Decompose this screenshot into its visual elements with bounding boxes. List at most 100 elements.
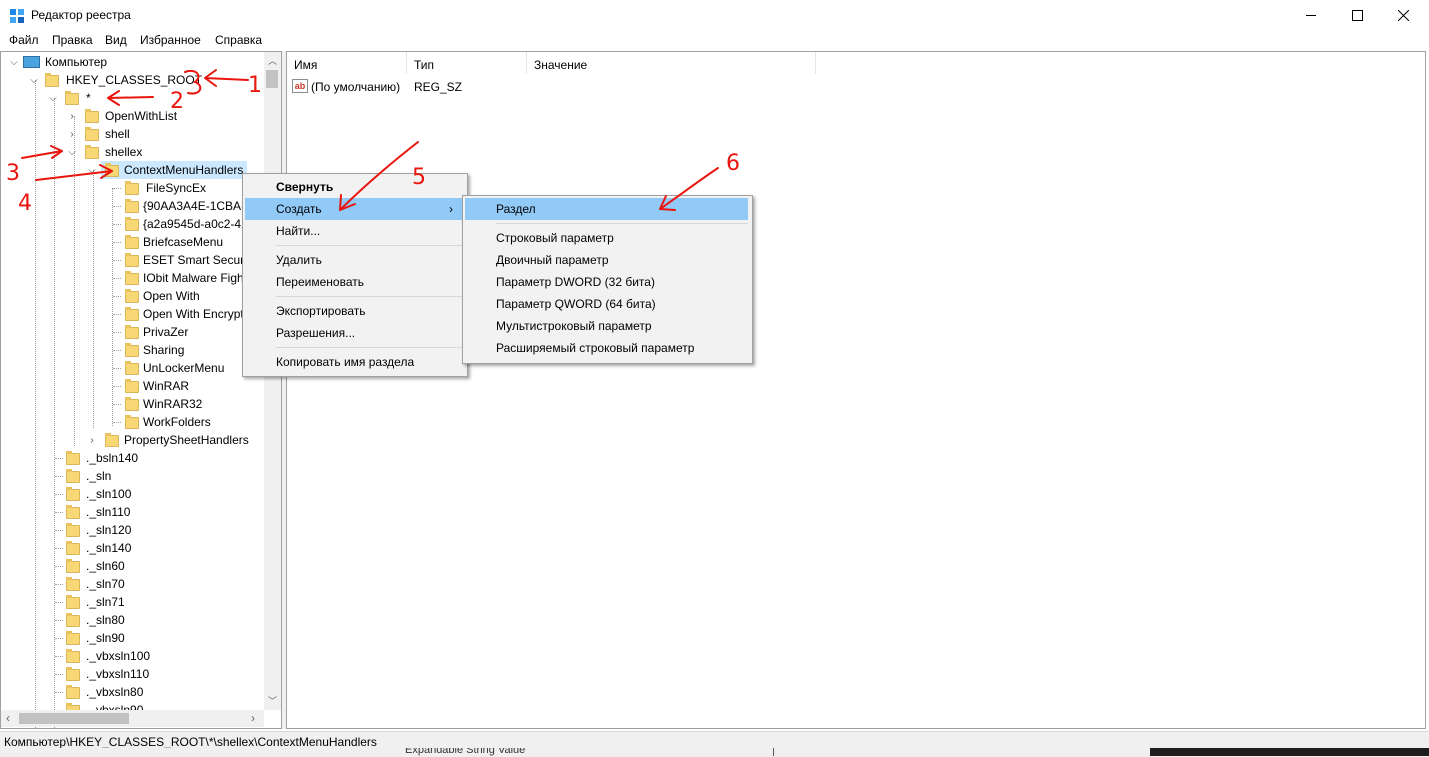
- tree-item-handler[interactable]: PrivaZer: [143, 323, 188, 341]
- collapse-shellex-chevron-icon[interactable]: ⌵: [67, 144, 77, 162]
- tree-item-star[interactable]: *: [86, 89, 91, 107]
- menu-item-rename[interactable]: Переименовать: [276, 271, 364, 293]
- column-divider[interactable]: [526, 52, 527, 74]
- tree-item-handler[interactable]: {90AA3A4E-1CBA-4: [143, 197, 252, 215]
- tree-item-extension[interactable]: ._sln: [86, 467, 111, 485]
- close-button[interactable]: [1380, 0, 1426, 31]
- tree-item-shell[interactable]: shell: [105, 125, 130, 143]
- folder-icon: [125, 379, 139, 393]
- values-list[interactable]: [286, 51, 1426, 729]
- scroll-down-icon[interactable]: ﹀: [268, 694, 277, 707]
- tree-item-contextmenuhandlers[interactable]: ContextMenuHandlers: [124, 161, 243, 179]
- menu-favorites[interactable]: Избранное: [140, 33, 201, 47]
- collapse-hkcr-chevron-icon[interactable]: ⌵: [29, 72, 39, 90]
- tree-item-extension[interactable]: ._sln110: [86, 503, 130, 521]
- tree-item-extension[interactable]: ._sln90: [86, 629, 125, 647]
- tree-item-handler[interactable]: BriefcaseMenu: [143, 233, 223, 251]
- tree-guide: [113, 260, 121, 261]
- menu-item-delete[interactable]: Удалить: [276, 249, 322, 271]
- tree-item-extension[interactable]: ._vbxsln110: [86, 665, 149, 683]
- tree-item-extension[interactable]: ._sln80: [86, 611, 125, 629]
- folder-icon: [125, 271, 139, 285]
- column-header-type[interactable]: Тип: [414, 58, 434, 72]
- tree-item-handler[interactable]: {a2a9545d-a0c2-42: [143, 215, 248, 233]
- minimize-button[interactable]: [1288, 0, 1334, 31]
- tree-item-propertysheethandlers[interactable]: PropertySheetHandlers: [124, 431, 249, 449]
- column-divider[interactable]: [406, 52, 407, 74]
- minimize-icon: [1306, 15, 1316, 16]
- scroll-thumb[interactable]: [266, 70, 278, 88]
- tree-guide: [113, 422, 121, 423]
- tree-item-extension[interactable]: ._vbxsln100: [86, 647, 150, 665]
- menu-item-new[interactable]: Создать: [245, 198, 463, 220]
- tree-item-openwithlist[interactable]: OpenWithList: [105, 107, 177, 125]
- menu-item-permissions[interactable]: Разрешения...: [276, 322, 355, 344]
- collapse-cmh-chevron-icon[interactable]: ⌵: [87, 162, 97, 180]
- tree-item-extension[interactable]: ._sln140: [86, 539, 131, 557]
- column-header-value[interactable]: Значение: [534, 58, 587, 72]
- folder-icon: [125, 307, 139, 321]
- submenu-item-string[interactable]: Строковый параметр: [496, 227, 614, 249]
- menu-item-find[interactable]: Найти...: [276, 220, 320, 242]
- tree-item-handler[interactable]: Sharing: [143, 341, 184, 359]
- registry-editor-icon: [9, 8, 25, 24]
- submenu-item-binary[interactable]: Двоичный параметр: [496, 249, 609, 271]
- tree-item-handler[interactable]: Open With Encrypt: [143, 305, 244, 323]
- folder-icon: [66, 559, 80, 573]
- scroll-up-icon[interactable]: ︿: [268, 54, 277, 67]
- menu-item-export[interactable]: Экспортировать: [276, 300, 366, 322]
- tree-horizontal-scrollbar[interactable]: ‹ ›: [1, 710, 264, 727]
- submenu-item-multistring[interactable]: Мультистроковый параметр: [496, 315, 652, 337]
- tree-item-extension[interactable]: ._sln70: [86, 575, 125, 593]
- expand-chevron-icon[interactable]: ›: [87, 432, 97, 450]
- tree-item-handler[interactable]: WinRAR: [143, 377, 189, 395]
- folder-icon: [125, 181, 139, 195]
- tree-item-handler[interactable]: UnLockerMenu: [143, 359, 224, 377]
- submenu-item-key[interactable]: Раздел: [465, 198, 748, 220]
- tree-guide: [113, 350, 121, 351]
- tree-vertical-scrollbar[interactable]: ︿ ﹀: [264, 52, 281, 710]
- scroll-left-icon[interactable]: ‹: [6, 711, 10, 725]
- submenu-item-qword[interactable]: Параметр QWORD (64 бита): [496, 293, 656, 315]
- maximize-button[interactable]: [1334, 0, 1380, 31]
- menu-item-collapse[interactable]: Свернуть: [276, 176, 333, 198]
- tree-item-handler[interactable]: Open With: [143, 287, 200, 305]
- tree-item-handler[interactable]: WorkFolders: [143, 413, 211, 431]
- tree-item-hkey-classes-root[interactable]: HKEY_CLASSES_ROOT: [66, 71, 202, 89]
- tree-item-handler[interactable]: WinRAR32: [143, 395, 202, 413]
- tree-item-computer[interactable]: Компьютер: [45, 53, 107, 71]
- expand-chevron-icon[interactable]: ›: [67, 126, 77, 144]
- tree-item-extension[interactable]: ._sln100: [86, 485, 131, 503]
- menu-view[interactable]: Вид: [105, 33, 127, 47]
- tree-guide: [55, 620, 63, 621]
- collapse-star-chevron-icon[interactable]: ⌵: [48, 90, 58, 108]
- tree-item-extension[interactable]: ._sln120: [86, 521, 131, 539]
- value-row-type[interactable]: REG_SZ: [414, 80, 462, 94]
- collapse-computer-chevron-icon[interactable]: ⌵: [9, 54, 19, 72]
- menu-edit[interactable]: Правка: [52, 33, 93, 47]
- tree-item-shellex[interactable]: shellex: [105, 143, 142, 161]
- value-row-name[interactable]: (По умолчанию): [311, 80, 400, 94]
- tree-item-handler[interactable]: ESET Smart Securit: [143, 251, 250, 269]
- tree-item-extension[interactable]: ._vbxsln80: [86, 683, 143, 701]
- tree-item-extension[interactable]: ._sln60: [86, 557, 125, 575]
- tree-guide: [55, 458, 63, 459]
- background-text: Expandable String Value: [405, 748, 526, 756]
- submenu-item-expandable[interactable]: Расширяемый строковый параметр: [496, 337, 694, 359]
- tree-item-extension[interactable]: ._sln71: [86, 593, 125, 611]
- tree-item-handler[interactable]: IObit Malware Figh: [143, 269, 244, 287]
- submenu-item-dword[interactable]: Параметр DWORD (32 бита): [496, 271, 655, 293]
- scroll-right-icon[interactable]: ›: [251, 711, 255, 725]
- menu-help[interactable]: Справка: [215, 33, 262, 47]
- column-header-name[interactable]: Имя: [294, 58, 317, 72]
- tree-item-handler[interactable]: FileSyncEx: [146, 179, 206, 197]
- registry-tree[interactable]: ⌵ Компьютер ⌵ HKEY_CLASSES_ROOT ⌵ * › Op…: [0, 51, 282, 729]
- menu-item-copy-key-name[interactable]: Копировать имя раздела: [276, 351, 414, 373]
- tree-item-extension[interactable]: ._bsln140: [86, 449, 138, 467]
- expand-chevron-icon[interactable]: ›: [67, 108, 77, 126]
- menu-file[interactable]: Файл: [9, 33, 39, 47]
- column-divider[interactable]: [815, 52, 816, 74]
- folder-icon: [85, 145, 99, 159]
- tree-guide: [74, 116, 75, 446]
- hscroll-thumb[interactable]: [19, 713, 129, 724]
